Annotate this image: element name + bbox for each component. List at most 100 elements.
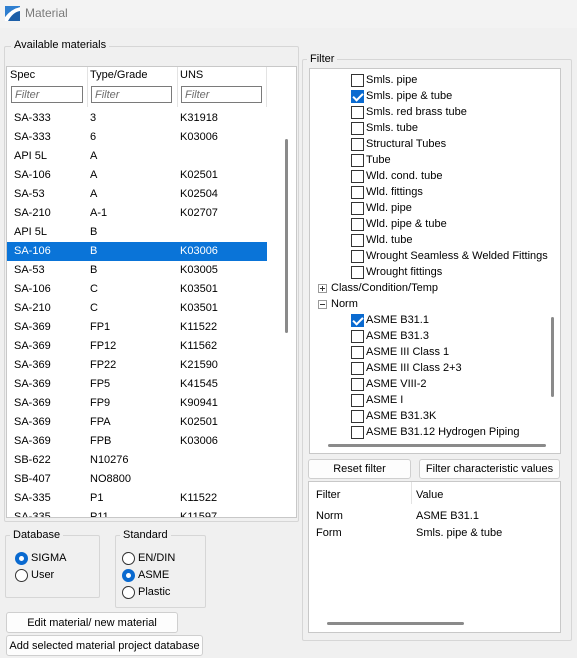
standard-asme-radio[interactable]: ASME [122,567,169,583]
type-grade-filter-input[interactable] [92,87,171,102]
edit-material-button[interactable]: Edit material/ new material [6,612,178,633]
filter-checkbox-item[interactable]: Wrought Seamless & Welded Fittings [351,248,548,264]
filter-checkbox-item[interactable]: ASME I [351,392,403,408]
table-row[interactable]: SA-369 FP12 K11562 [7,337,267,356]
materials-scrollbar-thumb[interactable] [285,139,288,333]
checkbox[interactable] [351,73,364,87]
table-row[interactable]: SA-369 FP1 K11522 [7,318,267,337]
database-user-radio-circle[interactable] [15,568,28,582]
uns-cell: K03501 [180,283,218,295]
filter-checkbox-item[interactable]: ASME III Class 1 [351,344,449,360]
table-row[interactable]: SA-335 P11 K11597 [7,508,267,517]
checkbox[interactable] [351,169,364,183]
table-row[interactable]: SA-369 FP22 K21590 [7,356,267,375]
spec-filter-input[interactable] [12,87,82,102]
table-row[interactable]: SA-369 FP9 K90941 [7,394,267,413]
filter-tree-vscrollbar-thumb[interactable] [551,317,554,397]
filter-grid-hscrollbar-thumb[interactable] [327,622,464,625]
database-user-label: User [31,569,55,581]
tree-item-label: Wrought Seamless & Welded Fittings [366,250,548,262]
filter-checkbox-item[interactable]: ASME VIII-2 [351,376,427,392]
column-header-type-grade[interactable]: Type/Grade [90,69,147,82]
checkbox[interactable] [351,89,364,103]
filter-checkbox-item[interactable]: Smls. pipe & tube [351,88,452,104]
checkbox[interactable] [351,185,364,199]
table-row[interactable]: SA-369 FPA K02501 [7,413,267,432]
table-row[interactable]: SA-106 A K02501 [7,166,267,185]
checkbox[interactable] [351,313,364,327]
checkbox[interactable] [351,409,364,423]
tree-node[interactable]: Class/Condition/Temp [318,280,438,296]
add-to-project-database-button[interactable]: Add selected material project database [6,635,203,656]
table-row[interactable]: SA-210 A-1 K02707 [7,204,267,223]
standard-asme-radio-circle[interactable] [122,568,135,582]
filter-tree-hscrollbar-thumb[interactable] [328,444,546,447]
standard-plastic-radio-circle[interactable] [122,585,135,599]
table-row[interactable]: SB-622 N10276 [7,451,267,470]
spec-cell: SA-369 [14,397,51,409]
table-row[interactable]: SA-369 FPB K03006 [7,432,267,451]
filter-checkbox-item[interactable]: ASME B31.3 [351,328,429,344]
filter-checkbox-item[interactable]: Wld. tube [351,232,412,248]
filter-checkbox-item[interactable]: Wrought fittings [351,264,442,280]
filter-checkbox-item[interactable]: Wld. cond. tube [351,168,442,184]
type-grade-cell: FP12 [90,340,117,352]
database-sigma-radio-circle[interactable] [15,551,28,565]
column-header-uns[interactable]: UNS [180,69,203,82]
filter-checkbox-item[interactable]: ASME B31.12 Hydrogen Piping [351,424,519,440]
checkbox[interactable] [351,121,364,135]
checkbox[interactable] [351,329,364,343]
table-row[interactable]: SA-106 B K03006 [7,242,267,261]
checkbox[interactable] [351,265,364,279]
table-row[interactable]: API 5L A [7,147,267,166]
checkbox[interactable] [351,137,364,151]
filter-checkbox-item[interactable]: Smls. pipe [351,72,417,88]
table-row[interactable]: SA-53 B K03005 [7,261,267,280]
filter-checkbox-item[interactable]: ASME III Class 2+3 [351,360,462,376]
table-row[interactable]: SA-53 A K02504 [7,185,267,204]
checkbox[interactable] [351,249,364,263]
tree-node[interactable]: Norm [318,296,358,312]
checkbox[interactable] [351,153,364,167]
reset-filter-button[interactable]: Reset filter [308,459,411,479]
table-row[interactable]: SA-333 6 K03006 [7,128,267,147]
checkbox[interactable] [351,233,364,247]
filter-checkbox-item[interactable]: Wld. pipe [351,200,412,216]
filter-characteristic-values-button[interactable]: Filter characteristic values [419,459,560,479]
standard-en-din-radio[interactable]: EN/DIN [122,550,175,566]
checkbox[interactable] [351,345,364,359]
table-row[interactable]: SA-369 FP5 K41545 [7,375,267,394]
tree-item-label: Class/Condition/Temp [331,282,438,294]
standard-en-din-radio-circle[interactable] [122,551,135,565]
filter-checkbox-item[interactable]: ASME B31.3K [351,408,436,424]
type-grade-cell: B [90,245,98,257]
table-row[interactable]: SA-333 3 K31918 [7,109,267,128]
database-user-radio[interactable]: User [15,567,54,583]
filter-checkbox-item[interactable]: Smls. red brass tube [351,104,467,120]
filter-checkbox-item[interactable]: Structural Tubes [351,136,446,152]
checkbox[interactable] [351,425,364,439]
table-row[interactable]: SA-106 C K03501 [7,280,267,299]
filter-checkbox-item[interactable]: Wld. pipe & tube [351,216,447,232]
filter-checkbox-item[interactable]: Tube [351,152,391,168]
table-row[interactable]: API 5L B [7,223,267,242]
checkbox[interactable] [351,201,364,215]
table-row[interactable]: SB-407 NO8800 [7,470,267,489]
filter-checkbox-item[interactable]: Smls. tube [351,120,418,136]
column-header-spec[interactable]: Spec [10,69,35,82]
collapse-icon[interactable] [318,299,327,309]
spec-cell: SA-106 [14,169,51,181]
database-sigma-radio[interactable]: SIGMA [15,550,66,566]
standard-plastic-radio[interactable]: Plastic [122,584,170,600]
checkbox[interactable] [351,217,364,231]
uns-filter-input[interactable] [182,87,261,102]
filter-checkbox-item[interactable]: ASME B31.1 [351,312,429,328]
checkbox[interactable] [351,393,364,407]
expand-icon[interactable] [318,283,327,293]
checkbox[interactable] [351,105,364,119]
checkbox[interactable] [351,377,364,391]
table-row[interactable]: SA-335 P1 K11522 [7,489,267,508]
filter-checkbox-item[interactable]: Wld. fittings [351,184,423,200]
table-row[interactable]: SA-210 C K03501 [7,299,267,318]
checkbox[interactable] [351,361,364,375]
